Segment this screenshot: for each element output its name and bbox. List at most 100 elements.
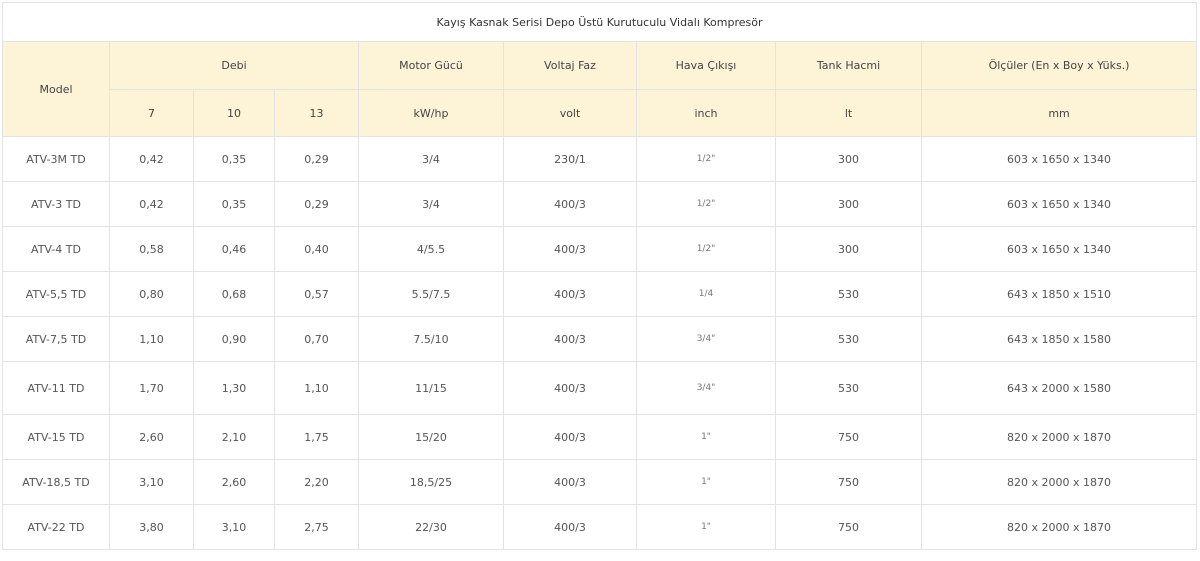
cell-motor: 3/4: [358, 136, 504, 182]
cell-motor: 5.5/7.5: [358, 271, 504, 317]
cell-debi-10: 1,30: [193, 361, 275, 415]
cell-voltaj: 400/3: [503, 271, 637, 317]
cell-voltaj: 400/3: [503, 226, 637, 272]
header-voltaj: Voltaj Faz: [503, 41, 637, 90]
spec-table-container: Kayış Kasnak Serisi Depo Üstü Kurutuculu…: [1, 2, 1198, 550]
spec-table: Kayış Kasnak Serisi Depo Üstü Kurutuculu…: [1, 2, 1198, 550]
cell-debi-13: 0,29: [274, 181, 359, 227]
header-olculer: Ölçüler (En x Boy x Yüks.): [920, 41, 1198, 90]
cell-motor: 4/5.5: [358, 226, 504, 272]
table-row: ATV-7,5 TD 1,10 0,90 0,70 7.5/10 400/3 3…: [2, 316, 1198, 362]
subheader-voltaj-unit: volt: [503, 89, 637, 137]
cell-model: ATV-11 TD: [2, 361, 110, 415]
cell-tank: 750: [775, 504, 922, 550]
table-row: ATV-5,5 TD 0,80 0,68 0,57 5.5/7.5 400/3 …: [2, 271, 1198, 317]
table-row: ATV-4 TD 0,58 0,46 0,40 4/5.5 400/3 1/2"…: [2, 226, 1198, 272]
subheader-hava-unit: inch: [636, 89, 776, 137]
cell-hava: 3/4": [636, 361, 776, 415]
cell-olculer: 643 x 1850 x 1510: [920, 271, 1198, 317]
cell-tank: 300: [775, 136, 922, 182]
cell-motor: 11/15: [358, 361, 504, 415]
cell-debi-7: 3,10: [109, 459, 194, 505]
cell-debi-10: 2,10: [193, 414, 275, 460]
cell-motor: 3/4: [358, 181, 504, 227]
cell-model: ATV-3 TD: [2, 181, 110, 227]
subheader-debi-7: 7: [109, 89, 194, 137]
cell-olculer: 603 x 1650 x 1340: [920, 226, 1198, 272]
cell-tank: 300: [775, 226, 922, 272]
subheader-tank-unit: lt: [775, 89, 922, 137]
table-row: ATV-3M TD 0,42 0,35 0,29 3/4 230/1 1/2" …: [2, 136, 1198, 182]
cell-tank: 530: [775, 271, 922, 317]
cell-tank: 530: [775, 361, 922, 415]
cell-motor: 18,5/25: [358, 459, 504, 505]
subheader-debi-13: 13: [274, 89, 359, 137]
cell-model: ATV-5,5 TD: [2, 271, 110, 317]
cell-debi-7: 0,80: [109, 271, 194, 317]
cell-olculer: 643 x 2000 x 1580: [920, 361, 1198, 415]
cell-debi-7: 0,42: [109, 181, 194, 227]
cell-voltaj: 400/3: [503, 316, 637, 362]
cell-model: ATV-18,5 TD: [2, 459, 110, 505]
cell-tank: 750: [775, 414, 922, 460]
cell-model: ATV-4 TD: [2, 226, 110, 272]
cell-olculer: 820 x 2000 x 1870: [920, 504, 1198, 550]
cell-motor: 15/20: [358, 414, 504, 460]
cell-motor: 22/30: [358, 504, 504, 550]
cell-hava: 1/4: [636, 271, 776, 317]
cell-debi-13: 1,10: [274, 361, 359, 415]
cell-model: ATV-7,5 TD: [2, 316, 110, 362]
header-tank: Tank Hacmi: [775, 41, 922, 90]
cell-debi-10: 2,60: [193, 459, 275, 505]
cell-hava: 1": [636, 414, 776, 460]
cell-hava: 1/2": [636, 226, 776, 272]
cell-model: ATV-3M TD: [2, 136, 110, 182]
table-row: ATV-18,5 TD 3,10 2,60 2,20 18,5/25 400/3…: [2, 459, 1198, 505]
cell-tank: 750: [775, 459, 922, 505]
cell-olculer: 820 x 2000 x 1870: [920, 459, 1198, 505]
cell-olculer: 603 x 1650 x 1340: [920, 181, 1198, 227]
cell-olculer: 820 x 2000 x 1870: [920, 414, 1198, 460]
cell-motor: 7.5/10: [358, 316, 504, 362]
cell-debi-10: 0,35: [193, 136, 275, 182]
cell-tank: 300: [775, 181, 922, 227]
subheader-debi-10: 10: [193, 89, 275, 137]
cell-debi-7: 2,60: [109, 414, 194, 460]
table-row: ATV-15 TD 2,60 2,10 1,75 15/20 400/3 1" …: [2, 414, 1198, 460]
table-row: ATV-3 TD 0,42 0,35 0,29 3/4 400/3 1/2" 3…: [2, 181, 1198, 227]
cell-debi-13: 1,75: [274, 414, 359, 460]
cell-voltaj: 400/3: [503, 414, 637, 460]
cell-hava: 3/4": [636, 316, 776, 362]
cell-voltaj: 400/3: [503, 504, 637, 550]
cell-debi-7: 1,70: [109, 361, 194, 415]
cell-debi-10: 0,35: [193, 181, 275, 227]
header-model: Model: [2, 41, 110, 137]
cell-debi-13: 2,75: [274, 504, 359, 550]
cell-debi-10: 3,10: [193, 504, 275, 550]
cell-debi-10: 0,46: [193, 226, 275, 272]
table-row: ATV-11 TD 1,70 1,30 1,10 11/15 400/3 3/4…: [2, 361, 1198, 415]
cell-voltaj: 400/3: [503, 181, 637, 227]
cell-debi-13: 0,57: [274, 271, 359, 317]
cell-hava: 1/2": [636, 136, 776, 182]
cell-hava: 1": [636, 459, 776, 505]
cell-voltaj: 400/3: [503, 459, 637, 505]
cell-model: ATV-15 TD: [2, 414, 110, 460]
header-debi: Debi: [109, 41, 359, 90]
cell-debi-7: 3,80: [109, 504, 194, 550]
cell-debi-13: 2,20: [274, 459, 359, 505]
cell-debi-13: 0,29: [274, 136, 359, 182]
cell-debi-7: 0,42: [109, 136, 194, 182]
cell-debi-7: 1,10: [109, 316, 194, 362]
header-motor: Motor Gücü: [358, 41, 504, 90]
header-hava: Hava Çıkışı: [636, 41, 776, 90]
table-row: ATV-22 TD 3,80 3,10 2,75 22/30 400/3 1" …: [2, 504, 1198, 550]
subheader-olculer-unit: mm: [920, 89, 1198, 137]
cell-debi-13: 0,40: [274, 226, 359, 272]
cell-olculer: 603 x 1650 x 1340: [920, 136, 1198, 182]
cell-tank: 530: [775, 316, 922, 362]
table-title: Kayış Kasnak Serisi Depo Üstü Kurutuculu…: [1, 2, 1198, 42]
subheader-motor-unit: kW/hp: [358, 89, 504, 137]
cell-debi-10: 0,68: [193, 271, 275, 317]
cell-debi-10: 0,90: [193, 316, 275, 362]
